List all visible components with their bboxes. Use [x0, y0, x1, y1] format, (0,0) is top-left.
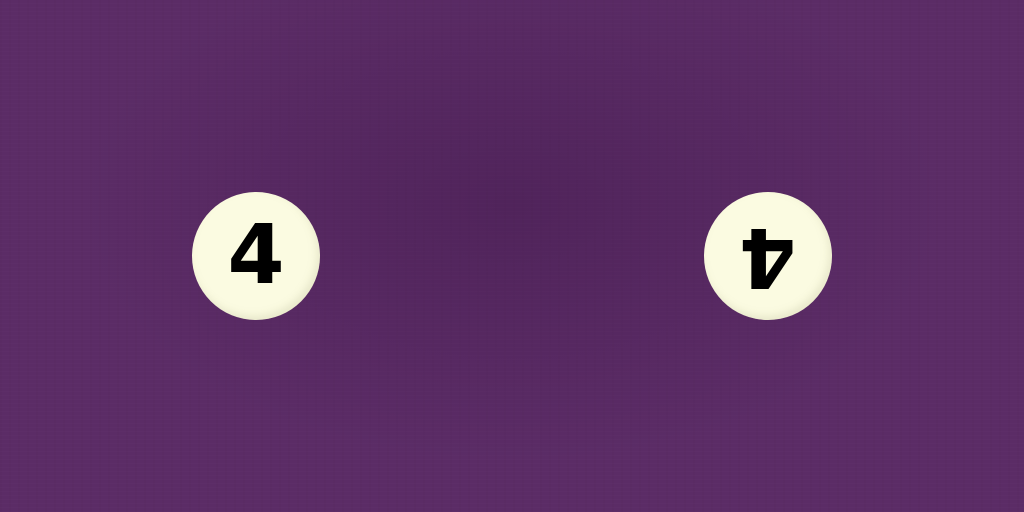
ball-number-rotated: 4	[739, 209, 797, 304]
purple-background: { "colors": { "background": "#5b2c66", "…	[0, 0, 1024, 512]
number-ball-upright: 4	[192, 192, 320, 320]
ball-number: 4	[227, 208, 285, 303]
number-ball-upside-down: 4	[704, 192, 832, 320]
